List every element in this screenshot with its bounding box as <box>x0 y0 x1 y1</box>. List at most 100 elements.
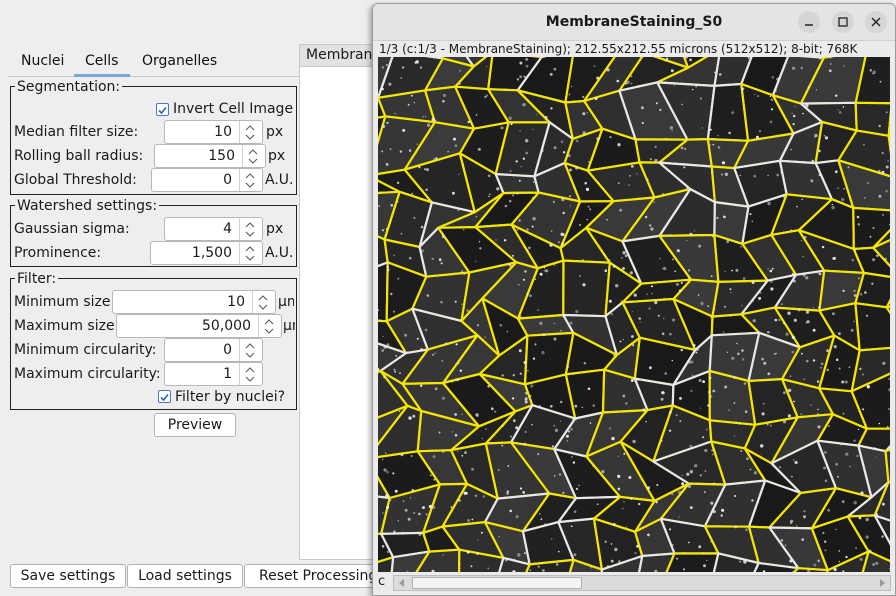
filter-by-nuclei-checkbox[interactable] <box>158 390 171 403</box>
vesicle-dot <box>707 404 710 407</box>
vesicle-dot <box>487 174 491 178</box>
invert-cell-image-checkbox[interactable] <box>156 103 169 116</box>
vesicle-dot <box>524 391 528 395</box>
vesicle-dot <box>457 361 460 365</box>
vesicle-dot <box>842 106 845 108</box>
maximize-button[interactable] <box>832 11 854 33</box>
minimum-circularity-input[interactable]: 0 <box>164 338 263 362</box>
vesicle-dot <box>519 487 523 490</box>
tab-nuclei[interactable]: Nuclei <box>21 52 64 76</box>
minimum-circularity-stepper[interactable] <box>239 339 262 361</box>
vesicle-dot <box>675 282 679 286</box>
image-window[interactable]: MembraneStaining_S0 1/3 (c:1/3 - Membran… <box>372 3 896 596</box>
chevron-down-icon <box>258 304 268 310</box>
vesicle-dot <box>769 269 773 273</box>
vesicle-dot <box>461 454 464 457</box>
vesicle-dot <box>853 501 857 505</box>
global-threshold-stepper[interactable] <box>239 169 262 191</box>
vesicle-dot <box>476 324 480 327</box>
vesicle-dot <box>850 328 854 332</box>
vesicle-dot <box>396 181 400 184</box>
vesicle-dot <box>631 335 634 338</box>
close-button[interactable] <box>865 11 887 33</box>
vesicle-dot <box>706 428 708 431</box>
vesicle-dot <box>751 220 753 222</box>
vesicle-dot <box>842 289 845 292</box>
vesicle-dot <box>639 321 641 323</box>
vesicle-dot <box>622 394 626 398</box>
channel-slider[interactable] <box>393 575 891 591</box>
vesicle-dot <box>878 194 882 198</box>
vesicle-dot <box>544 116 548 119</box>
maximum-circularity-input[interactable]: 1 <box>164 362 263 386</box>
vesicle-dot <box>482 495 485 498</box>
membrane-image-canvas[interactable] <box>378 57 890 572</box>
vesicle-dot <box>414 61 417 64</box>
tab-organelles[interactable]: Organelles <box>142 52 217 76</box>
vesicle-dot <box>837 488 840 491</box>
reset-processing-button[interactable]: Reset Processing <box>244 564 384 588</box>
vesicle-dot <box>689 58 692 62</box>
vesicle-dot <box>480 531 483 534</box>
vesicle-dot <box>702 551 705 554</box>
maximum-size-input[interactable]: 50,000 <box>116 314 282 338</box>
vesicle-dot <box>697 294 700 296</box>
image-list-panel[interactable]: MembraneStaining <box>299 44 379 560</box>
vesicle-dot <box>518 179 521 182</box>
vesicle-dot <box>543 267 546 269</box>
gaussian-sigma-input[interactable]: 4 <box>164 217 263 241</box>
vesicle-dot <box>541 562 543 564</box>
gaussian-sigma-stepper[interactable] <box>239 218 262 240</box>
save-settings-button[interactable]: Save settings <box>10 564 126 588</box>
vesicle-dot <box>553 264 556 267</box>
vesicle-dot <box>381 229 384 232</box>
vesicle-dot <box>767 372 771 376</box>
vesicle-dot <box>517 283 520 286</box>
vesicle-dot <box>606 219 608 221</box>
prominence-label: Prominence: <box>14 245 102 261</box>
vesicle-dot <box>733 435 735 437</box>
vesicle-dot <box>832 491 835 494</box>
vesicle-dot <box>660 440 663 442</box>
rolling-ball-stepper[interactable] <box>242 145 265 167</box>
maximum-circularity-stepper[interactable] <box>239 363 262 385</box>
prominence-stepper[interactable] <box>239 242 262 264</box>
global-threshold-input[interactable]: 0 <box>151 168 263 192</box>
vesicle-dot <box>770 98 774 101</box>
vesicle-dot <box>428 467 431 470</box>
vesicle-dot <box>853 439 856 442</box>
vesicle-dot <box>609 136 612 139</box>
vesicle-dot <box>797 273 800 276</box>
vesicle-dot <box>731 356 735 360</box>
vesicle-dot <box>741 349 744 352</box>
vesicle-dot <box>724 172 729 176</box>
vesicle-dot <box>653 201 655 203</box>
vesicle-dot <box>759 291 762 294</box>
vesicle-dot <box>688 276 690 279</box>
maximum-size-stepper[interactable] <box>258 315 281 337</box>
minimize-button[interactable] <box>798 11 820 33</box>
median-filter-label: Median filter size: <box>14 124 139 140</box>
minimum-size-input[interactable]: 10 <box>112 290 276 314</box>
prominence-input[interactable]: 1,500 <box>150 241 263 265</box>
image-window-titlebar[interactable]: MembraneStaining_S0 <box>373 4 895 41</box>
vesicle-dot <box>467 519 470 522</box>
vesicle-dot <box>729 288 732 291</box>
vesicle-dot <box>823 450 827 454</box>
median-filter-stepper[interactable] <box>239 121 262 143</box>
vesicle-dot <box>742 277 746 280</box>
preview-button[interactable]: Preview <box>154 413 236 437</box>
vesicle-dot <box>419 66 423 69</box>
minimum-size-stepper[interactable] <box>252 291 275 313</box>
vesicle-dot <box>582 95 585 99</box>
channel-slider-thumb[interactable] <box>412 577 582 589</box>
vesicle-dot <box>589 208 592 211</box>
vesicle-dot <box>630 165 634 168</box>
vesicle-dot <box>802 255 804 258</box>
median-filter-input[interactable]: 10 <box>164 120 263 144</box>
rolling-ball-input[interactable]: 150 <box>154 144 266 168</box>
vesicle-dot <box>400 77 402 79</box>
load-settings-button[interactable]: Load settings <box>127 564 243 588</box>
vesicle-dot <box>663 392 665 394</box>
tab-cells[interactable]: Cells <box>85 52 118 76</box>
